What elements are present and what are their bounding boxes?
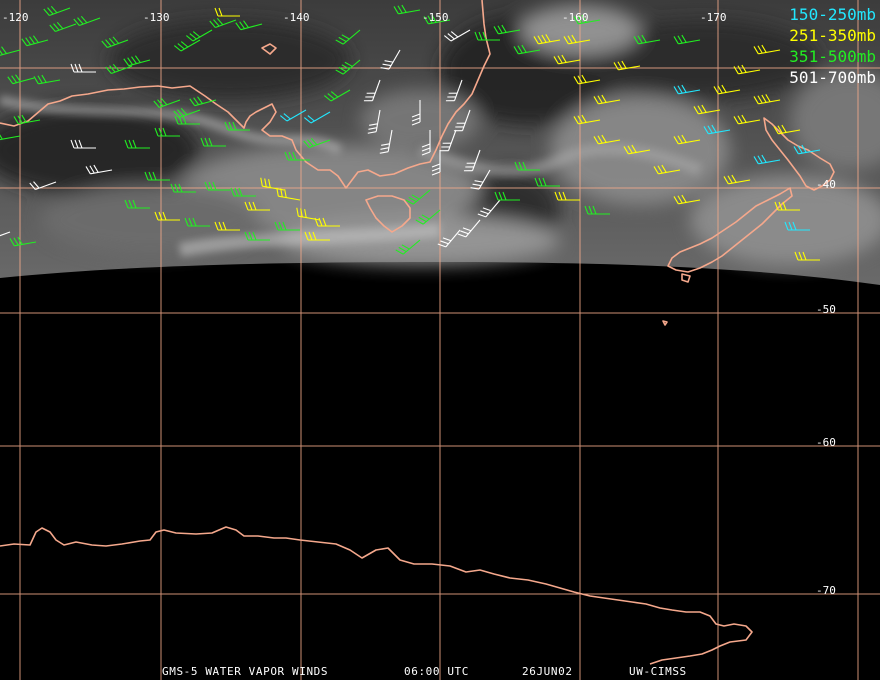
- legend-entry-351-500: 351-500mb: [789, 47, 876, 66]
- legend-entry-150-250: 150-250mb: [789, 5, 876, 24]
- chatham-islet: [662, 320, 668, 326]
- image-caption: GMS-5 WATER VAPOR WINDS 06:00 UTC 26JUN0…: [0, 665, 880, 678]
- longitude-label: -140: [283, 11, 310, 24]
- longitude-label: -170: [700, 11, 727, 24]
- latitude-label: -50: [816, 303, 836, 316]
- legend-entry-251-350: 251-350mb: [789, 26, 876, 45]
- pressure-level-legend: 150-250mb 251-350mb 351-500mb 501-700mb: [789, 4, 876, 88]
- longitude-label: -160: [562, 11, 589, 24]
- caption-satellite: GMS-5 WATER VAPOR WINDS: [162, 665, 329, 678]
- caption-source: UW-CIMSS: [629, 665, 687, 678]
- caption-date: 26JUN02: [522, 665, 573, 678]
- longitude-label: -150: [422, 11, 449, 24]
- caption-time: 06:00 UTC: [404, 665, 470, 678]
- stewart-island: [681, 273, 691, 283]
- legend-entry-501-700: 501-700mb: [789, 68, 876, 87]
- latitude-label: -40: [816, 178, 836, 191]
- longitude-label: -120: [2, 11, 29, 24]
- latitude-label: -70: [816, 584, 836, 597]
- latitude-label: -60: [816, 436, 836, 449]
- water-vapor-map: [0, 0, 880, 680]
- longitude-label: -130: [143, 11, 170, 24]
- antarctica-coast: [0, 526, 753, 665]
